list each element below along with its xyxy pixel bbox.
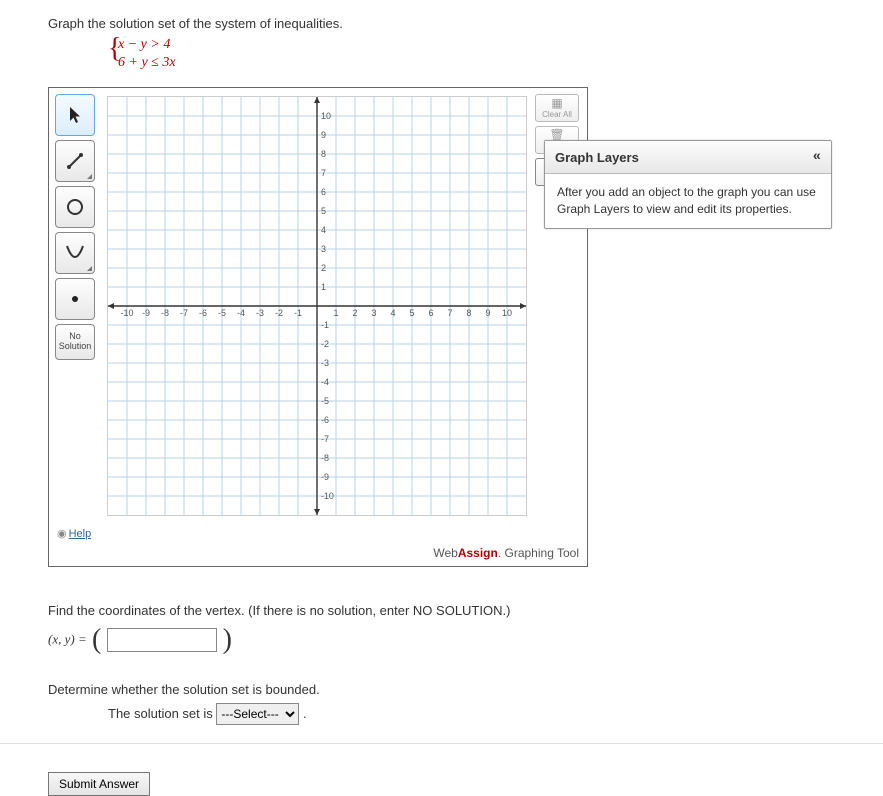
open-paren: ( [90,624,103,655]
svg-text:-6: -6 [321,415,329,425]
submit-button[interactable]: Submit Answer [48,772,150,796]
line-icon [65,151,85,171]
svg-text:2: 2 [353,308,358,318]
svg-text:-10: -10 [321,491,334,501]
svg-text:3: 3 [321,244,326,254]
svg-text:-3: -3 [321,358,329,368]
brand-web: Web [433,546,457,560]
brand-suffix: . Graphing Tool [498,546,579,560]
collapse-icon[interactable]: « [813,149,821,165]
no-solution-tool[interactable]: No Solution [55,324,95,360]
graph-layers-panel: Graph Layers « After you add an object t… [544,140,832,229]
vertex-input[interactable] [107,628,217,652]
svg-text:8: 8 [321,149,326,159]
graphing-tool: No Solution -10 -9 -8 -7 -6 -5 -4 -3 -2 -1 1 2 3 4 5 6 7… [48,87,588,567]
svg-text:5: 5 [410,308,415,318]
svg-text:-4: -4 [321,377,329,387]
period: . [303,706,307,721]
graph-layers-header: Graph Layers « [545,141,831,174]
svg-text:-9: -9 [321,472,329,482]
svg-text:1: 1 [334,308,339,318]
point-icon [68,292,82,306]
svg-text:-3: -3 [256,308,264,318]
graph-layers-desc: After you add an object to the graph you… [545,174,831,228]
divider [0,743,883,744]
svg-text:-4: -4 [237,308,245,318]
svg-text:-1: -1 [321,320,329,330]
tool-palette: No Solution [55,94,99,360]
vertex-lhs: (x, y) = [48,631,90,646]
system-of-inequalities: { x − y > 4 6 + y ≤ 3x [108,37,883,73]
svg-text:4: 4 [321,225,326,235]
svg-text:-7: -7 [180,308,188,318]
svg-text:7: 7 [321,168,326,178]
inequality-1: x − y > 4 [118,37,883,55]
svg-text:4: 4 [391,308,396,318]
close-paren: ) [221,624,234,655]
bounded-prompt: Determine whether the solution set is bo… [48,682,883,697]
svg-text:-8: -8 [321,453,329,463]
bounded-select[interactable]: ---Select---boundedunbounded [216,703,299,725]
vertex-question: Find the coordinates of the vertex. (If … [48,603,883,656]
line-tool[interactable] [55,140,95,182]
bounded-question: Determine whether the solution set is bo… [48,682,883,725]
svg-text:6: 6 [429,308,434,318]
svg-text:2: 2 [321,263,326,273]
svg-text:-10: -10 [121,308,134,318]
circle-icon [65,197,85,217]
branding: WebAssign. Graphing Tool [433,546,579,560]
svg-text:8: 8 [467,308,472,318]
brace-icon: { [108,35,121,63]
svg-text:5: 5 [321,206,326,216]
svg-text:10: 10 [502,308,512,318]
svg-text:1: 1 [321,282,326,292]
svg-text:3: 3 [372,308,377,318]
bounded-lead: The solution set is [108,706,216,721]
point-tool[interactable] [55,278,95,320]
svg-text:-1: -1 [294,308,302,318]
svg-text:-6: -6 [199,308,207,318]
graph-layers-title: Graph Layers [555,150,639,165]
pointer-icon [68,106,82,124]
svg-text:10: 10 [321,111,331,121]
parabola-icon [64,242,86,264]
parabola-tool[interactable] [55,232,95,274]
circle-tool[interactable] [55,186,95,228]
svg-text:-2: -2 [275,308,283,318]
svg-text:7: 7 [448,308,453,318]
vertex-prompt: Find the coordinates of the vertex. (If … [48,603,883,618]
svg-text:-9: -9 [142,308,150,318]
svg-text:-8: -8 [161,308,169,318]
svg-text:-2: -2 [321,339,329,349]
svg-text:9: 9 [321,130,326,140]
svg-text:-7: -7 [321,434,329,444]
clear-all-label: Clear All [542,110,572,119]
svg-text:9: 9 [486,308,491,318]
brand-assign: Assign [458,546,498,560]
graph-grid[interactable]: -10 -9 -8 -7 -6 -5 -4 -3 -2 -1 1 2 3 4 5 6 7 8 9 10 -10 -9 -8 -… [107,96,527,516]
svg-text:-5: -5 [218,308,226,318]
question-prompt: Graph the solution set of the system of … [48,16,883,31]
clear-all-button: ▦ Clear All [535,94,579,122]
svg-text:6: 6 [321,187,326,197]
inequality-2: 6 + y ≤ 3x [118,55,883,73]
pointer-tool[interactable] [55,94,95,136]
clear-icon: ▦ [551,97,562,109]
help-link[interactable]: Help [57,527,91,540]
svg-text:-5: -5 [321,396,329,406]
